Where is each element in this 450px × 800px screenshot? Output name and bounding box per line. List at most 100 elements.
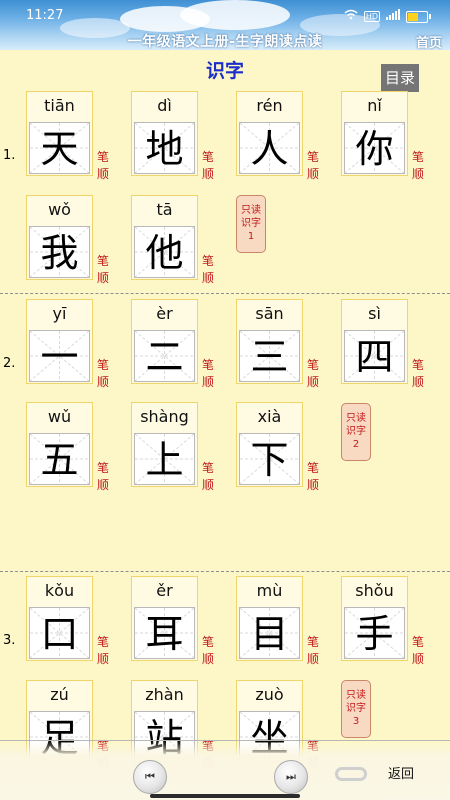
character-card[interactable]: xià 下 <box>236 402 303 487</box>
stroke-label-line1: 笔 <box>412 358 425 372</box>
app-title: 一年级语文上册-生字朗读点读 <box>127 34 323 50</box>
stroke-label-line2: 顺 <box>202 652 215 666</box>
stroke-label-line1: 笔 <box>97 254 110 268</box>
stroke-order-button[interactable]: 笔顺 <box>412 357 426 391</box>
tianzige-grid: 手 <box>344 607 405 659</box>
character-card[interactable]: nǐ 你 <box>341 91 408 176</box>
stroke-order-button[interactable]: 笔顺 <box>202 253 216 287</box>
prev-button[interactable]: ⏮ <box>133 760 167 794</box>
character-card[interactable]: èr 二 <box>131 299 198 384</box>
stroke-order-button[interactable]: 笔顺 <box>202 634 216 668</box>
hanzi-character: 人 <box>250 127 289 171</box>
character-card[interactable]: yī 一 <box>26 299 93 384</box>
tianzige-grid: 地 <box>134 122 195 174</box>
hanzi-character: 二 <box>145 335 184 379</box>
hanzi-character: 上 <box>145 438 184 482</box>
character-card[interactable]: shàng 上 <box>131 402 198 487</box>
stroke-label-line1: 笔 <box>97 461 110 475</box>
pinyin-label: zú <box>50 685 69 704</box>
stroke-order-button[interactable]: 笔顺 <box>307 634 321 668</box>
stroke-order-button[interactable]: 笔顺 <box>97 460 111 494</box>
pinyin-label: nǐ <box>367 96 382 115</box>
stroke-label-line1: 笔 <box>307 635 320 649</box>
stroke-label-line2: 顺 <box>97 652 110 666</box>
badge-line2: 识字 <box>346 426 366 437</box>
read-only-badge[interactable]: 只读 识字 2 <box>341 403 371 461</box>
stroke-label-line1: 笔 <box>202 150 215 164</box>
read-only-badge[interactable]: 只读 识字 3 <box>341 680 371 738</box>
stroke-label-line2: 顺 <box>412 652 425 666</box>
character-card[interactable]: wǒ 我 <box>26 195 93 280</box>
hd-icon: HD <box>363 11 380 22</box>
badge-line1: 只读 <box>346 690 366 701</box>
badge-line3: 1 <box>247 231 255 242</box>
hanzi-character: 四 <box>355 335 394 379</box>
stroke-order-button[interactable]: 笔顺 <box>412 149 426 183</box>
gesture-bar <box>150 794 300 798</box>
back-button[interactable]: 返回 <box>388 763 414 782</box>
character-card[interactable]: mù 目 <box>236 576 303 661</box>
tianzige-grid: 耳 <box>134 607 195 659</box>
character-card[interactable]: tā 他 <box>131 195 198 280</box>
hanzi-character: 你 <box>355 127 394 171</box>
stroke-label-line1: 笔 <box>412 150 425 164</box>
group-number: 1. <box>3 148 16 163</box>
tianzige-grid: 口 <box>29 607 90 659</box>
hanzi-character: 地 <box>145 127 184 171</box>
stroke-order-button[interactable]: 笔顺 <box>97 634 111 668</box>
stroke-order-button[interactable]: 笔顺 <box>412 634 426 668</box>
badge-line1: 只读 <box>346 413 366 424</box>
badge-line2: 识字 <box>346 703 366 714</box>
stroke-label-line2: 顺 <box>202 167 215 181</box>
hanzi-character: 三 <box>250 335 289 379</box>
group-number: 3. <box>3 633 16 648</box>
stroke-label-line2: 顺 <box>97 478 110 492</box>
stroke-label-line2: 顺 <box>97 375 110 389</box>
stroke-order-button[interactable]: 笔顺 <box>202 149 216 183</box>
stroke-order-button[interactable]: 笔顺 <box>307 149 321 183</box>
tianzige-grid: 人 <box>239 122 300 174</box>
stroke-label-line1: 笔 <box>412 635 425 649</box>
pinyin-label: zuò <box>255 685 284 704</box>
pinyin-label: wǔ <box>47 407 72 426</box>
character-card[interactable]: ěr 耳 <box>131 576 198 661</box>
character-card[interactable]: sì 四 <box>341 299 408 384</box>
character-card[interactable]: wǔ 五 <box>26 402 93 487</box>
pinyin-label: zhàn <box>145 685 184 704</box>
pinyin-label: sì <box>368 304 381 323</box>
stroke-label-line2: 顺 <box>97 167 110 181</box>
read-only-badge[interactable]: 只读 识字 1 <box>236 195 266 253</box>
character-card[interactable]: sān 三 <box>236 299 303 384</box>
pinyin-label: xià <box>257 407 282 426</box>
stroke-order-button[interactable]: 笔顺 <box>97 149 111 183</box>
stroke-label-line1: 笔 <box>97 358 110 372</box>
stroke-order-button[interactable]: 笔顺 <box>97 253 111 287</box>
pinyin-label: shàng <box>140 407 189 426</box>
stroke-order-button[interactable]: 笔顺 <box>307 357 321 391</box>
pinyin-label: wǒ <box>48 200 71 219</box>
pinyin-label: ěr <box>156 581 173 600</box>
stroke-order-button[interactable]: 笔顺 <box>97 357 111 391</box>
bottom-control-bar <box>0 740 450 800</box>
character-card[interactable]: rén 人 <box>236 91 303 176</box>
character-card[interactable]: shǒu 手 <box>341 576 408 661</box>
character-card[interactable]: tiān 天 <box>26 91 93 176</box>
status-bar: 11:27 HD <box>0 0 450 28</box>
hanzi-character: 耳 <box>145 612 184 656</box>
signal-icon <box>386 9 400 24</box>
next-button[interactable]: ⏭ <box>274 760 308 794</box>
stroke-order-button[interactable]: 笔顺 <box>202 357 216 391</box>
hanzi-character: 下 <box>250 438 289 482</box>
app-screen: 11:27 HD 一年级语文上册-生字朗读点读 首页 识字 目录 1. tiān 天… <box>0 0 450 800</box>
group-divider <box>0 293 450 294</box>
home-button[interactable]: 首页 <box>416 32 442 50</box>
stroke-order-button[interactable]: 笔顺 <box>202 460 216 494</box>
toc-button[interactable]: 目录 <box>381 64 419 92</box>
stroke-order-button[interactable]: 笔顺 <box>307 460 321 494</box>
hanzi-character: 五 <box>40 438 79 482</box>
hanzi-character: 他 <box>145 231 184 275</box>
loop-icon[interactable] <box>335 767 367 781</box>
character-card[interactable]: kǒu 口 <box>26 576 93 661</box>
character-card[interactable]: dì 地 <box>131 91 198 176</box>
stroke-label-line1: 笔 <box>202 358 215 372</box>
